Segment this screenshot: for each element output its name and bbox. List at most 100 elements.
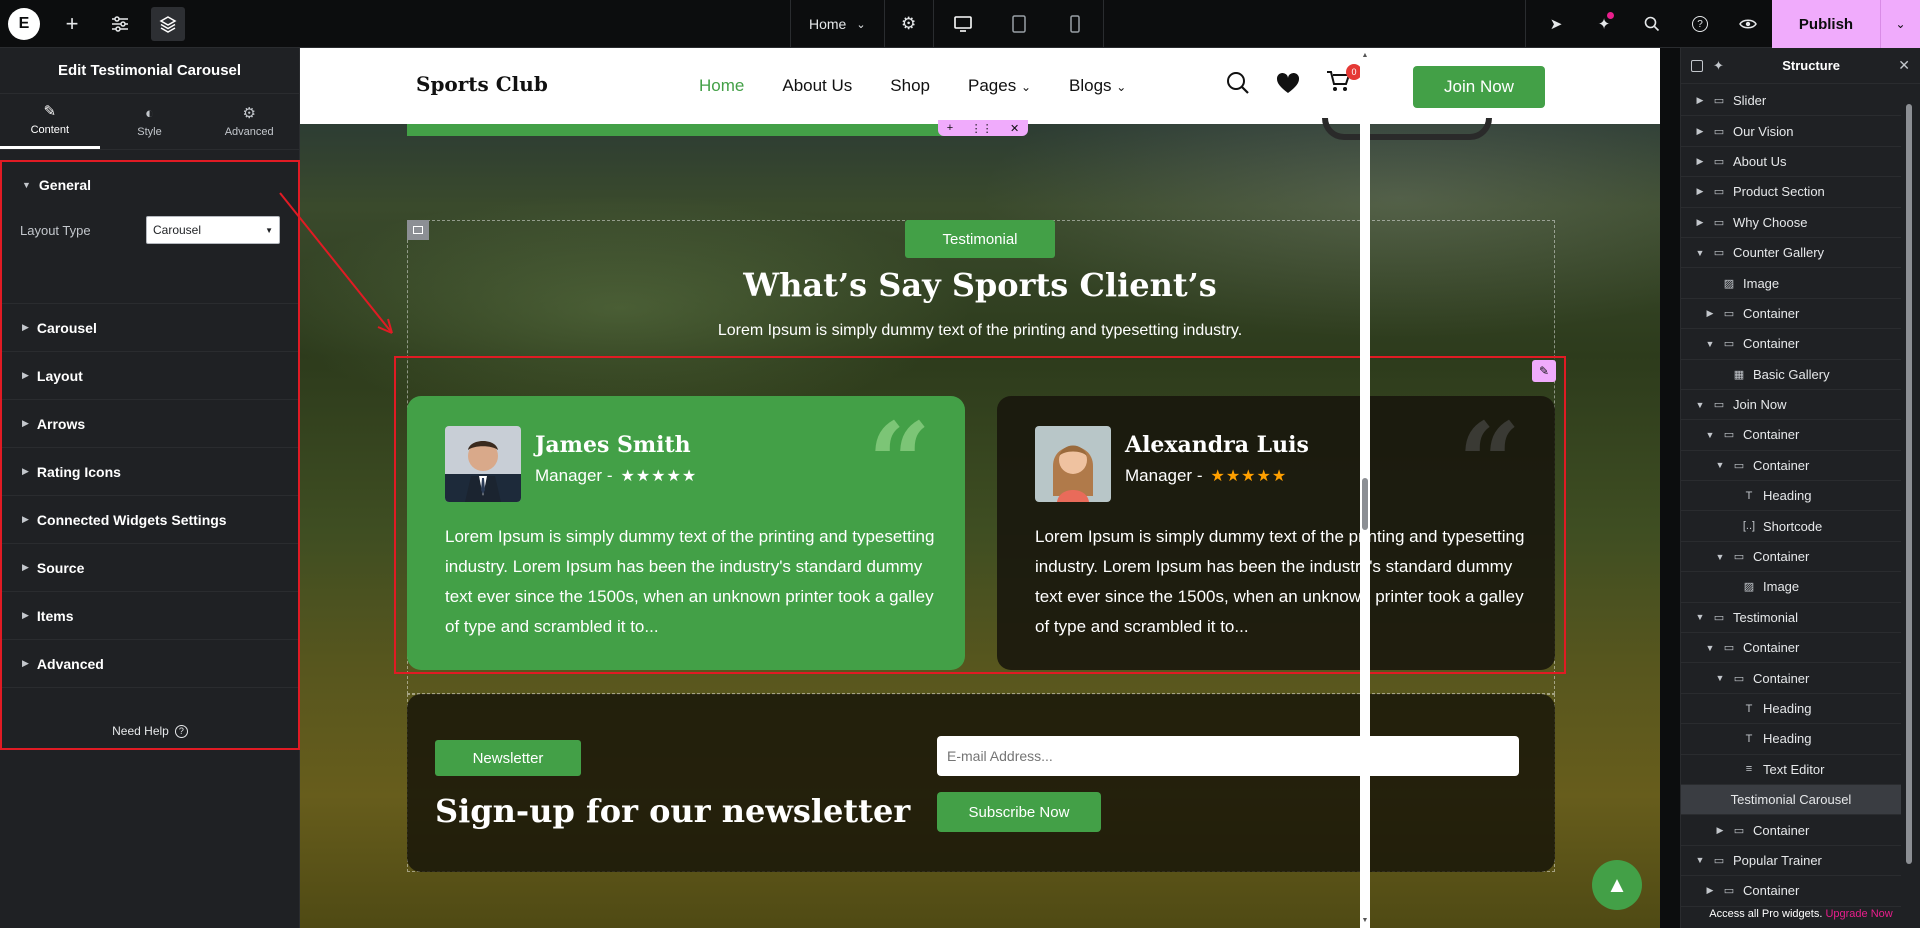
section-connected-widgets-toggle[interactable]: ▶ Connected Widgets Settings (2, 496, 298, 544)
elementor-menu-button[interactable]: E (0, 0, 48, 48)
subscribe-button[interactable]: Subscribe Now (937, 792, 1101, 832)
site-brand[interactable]: Sports Club (416, 72, 548, 96)
layout-type-select[interactable]: Carousel ▼ (146, 216, 280, 244)
site-settings-button[interactable] (96, 0, 144, 48)
structure-item[interactable]: ▶ ▭ Why Choose (1681, 208, 1901, 238)
caret-right-icon[interactable]: ▶ (1695, 186, 1705, 197)
scrollbar-thumb[interactable] (1362, 478, 1368, 530)
structure-item[interactable]: ▨ Image (1681, 572, 1901, 603)
nav-blogs[interactable]: Blogs ⌄ (1050, 76, 1145, 96)
caret-down-icon[interactable]: ▼ (1695, 248, 1705, 258)
edit-widget-handle[interactable]: ✎ (1532, 360, 1556, 382)
caret-down-icon[interactable]: ▼ (1705, 339, 1715, 349)
section-layout-toggle[interactable]: ▶ Layout (2, 352, 298, 400)
structure-item[interactable]: ▼ ▭ Popular Trainer (1681, 846, 1901, 877)
structure-item[interactable]: ▼ ▭ Counter Gallery (1681, 238, 1901, 269)
structure-item[interactable]: ▼ ▭ Join Now (1681, 390, 1901, 421)
caret-right-icon[interactable]: ▶ (1705, 885, 1715, 896)
search-button[interactable] (1628, 0, 1676, 48)
tablet-mode-button[interactable] (991, 0, 1047, 48)
caret-right-icon[interactable]: ▶ (1705, 308, 1715, 319)
nav-home[interactable]: Home (680, 76, 763, 96)
caret-down-icon[interactable]: ▼ (1715, 673, 1725, 683)
plus-icon[interactable]: + (947, 122, 953, 134)
heart-icon[interactable] (1276, 72, 1300, 94)
caret-down-icon[interactable]: ▼ (1695, 855, 1705, 865)
structure-item[interactable]: ▼ ▭ Container (1681, 542, 1901, 573)
structure-item[interactable]: ▶ ▭ Our Vision (1681, 116, 1901, 147)
caret-up-icon[interactable]: ▲ (1360, 52, 1370, 59)
email-input[interactable] (937, 736, 1519, 776)
structure-item[interactable]: ▶ ▭ Container (1681, 815, 1901, 846)
structure-toggle-button[interactable] (151, 6, 185, 41)
structure-item[interactable]: ▦ Basic Gallery (1681, 360, 1901, 390)
cart-button[interactable]: 0 (1326, 64, 1362, 95)
structure-item[interactable]: ▶ ▭ Container (1681, 876, 1901, 907)
caret-right-icon[interactable]: ▶ (1695, 217, 1705, 228)
nav-pages[interactable]: Pages ⌄ (949, 76, 1050, 96)
scroll-to-top-button[interactable]: ▲ (1592, 860, 1642, 910)
canvas-scrollbar[interactable]: ▲ ▼ (1360, 48, 1370, 928)
page-selector[interactable]: Home ⌄ (791, 0, 885, 48)
nav-shop[interactable]: Shop (871, 76, 949, 96)
structure-item[interactable]: Testimonial Carousel (1681, 784, 1901, 816)
caret-down-icon[interactable]: ▼ (1715, 460, 1725, 470)
structure-item[interactable]: ▨ Image (1681, 268, 1901, 299)
nav-about-us[interactable]: About Us (763, 76, 871, 96)
whats-new-button[interactable]: ✦ (1580, 0, 1628, 48)
structure-item[interactable]: ▶ ▭ Slider (1681, 86, 1901, 117)
drag-handle-icon[interactable]: ⋮⋮ (971, 122, 993, 135)
caret-down-icon[interactable]: ▼ (1705, 643, 1715, 653)
structure-item[interactable]: ▶ ▭ Container (1681, 299, 1901, 330)
structure-item[interactable]: ▶ ▭ About Us (1681, 147, 1901, 178)
desktop-mode-button[interactable] (935, 0, 991, 48)
tab-advanced[interactable]: ⚙ Advanced (199, 94, 299, 149)
launchpad-button[interactable]: ➤ (1532, 0, 1580, 48)
caret-right-icon[interactable]: ▶ (1695, 126, 1705, 137)
section-source-toggle[interactable]: ▶ Source (2, 544, 298, 592)
structure-item[interactable]: ≡ Text Editor (1681, 755, 1901, 785)
caret-right-icon[interactable]: ▶ (1715, 825, 1725, 836)
section-general-toggle[interactable]: ▼ General (2, 162, 298, 208)
structure-item[interactable]: ▼ ▭ Container (1681, 451, 1901, 482)
structure-item[interactable]: T Heading (1681, 481, 1901, 512)
section-edit-handle[interactable]: + ⋮⋮ ✕ (938, 120, 1028, 136)
structure-item[interactable]: ▶ ▭ Product Section (1681, 177, 1901, 208)
section-carousel-toggle[interactable]: ▶ Carousel (2, 304, 298, 352)
upgrade-link[interactable]: Upgrade Now (1825, 908, 1892, 920)
caret-down-icon[interactable]: ▼ (1715, 552, 1725, 562)
caret-down-icon[interactable]: ▼ (1705, 430, 1715, 440)
caret-down-icon[interactable]: ▼ (1695, 400, 1705, 410)
add-element-button[interactable]: + (48, 0, 96, 48)
close-icon[interactable]: ✕ (1898, 57, 1910, 74)
structure-item[interactable]: ▼ ▭ Container (1681, 663, 1901, 694)
structure-item[interactable]: ▼ ▭ Container (1681, 329, 1901, 360)
tab-content[interactable]: ✎ Content (0, 94, 100, 149)
tab-style[interactable]: ◐ Style (100, 94, 200, 149)
section-items-toggle[interactable]: ▶ Items (2, 592, 298, 640)
section-advanced-toggle[interactable]: ▶ Advanced (2, 640, 298, 688)
mobile-mode-button[interactable] (1047, 0, 1103, 48)
section-arrows-toggle[interactable]: ▶ Arrows (2, 400, 298, 448)
structure-item[interactable]: [..] Shortcode (1681, 511, 1901, 542)
structure-scrollbar[interactable] (1903, 86, 1915, 890)
help-button[interactable]: ? (1676, 0, 1724, 48)
join-now-button[interactable]: Join Now (1413, 66, 1545, 108)
structure-item[interactable]: ▼ ▭ Container (1681, 420, 1901, 451)
preview-button[interactable] (1724, 0, 1772, 48)
caret-right-icon[interactable]: ▶ (1695, 156, 1705, 167)
need-help-link[interactable]: Need Help ? (2, 724, 298, 738)
caret-down-icon[interactable]: ▼ (1360, 917, 1370, 924)
publish-button[interactable]: Publish (1772, 0, 1880, 48)
structure-item[interactable]: ▼ ▭ Testimonial (1681, 603, 1901, 634)
testimonial-carousel-selected[interactable]: James Smith Manager - ★★★★★ “ Lorem Ipsu… (394, 356, 1566, 674)
container-handle[interactable] (407, 220, 429, 240)
scrollbar-thumb[interactable] (1906, 104, 1912, 864)
publish-options-button[interactable]: ⌄ (1880, 0, 1920, 48)
structure-item[interactable]: T Heading (1681, 724, 1901, 755)
section-rating-icons-toggle[interactable]: ▶ Rating Icons (2, 448, 298, 496)
panel-collapse-icon[interactable] (1691, 59, 1703, 72)
structure-item[interactable]: ▼ ▭ Container (1681, 633, 1901, 664)
page-settings-button[interactable]: ⚙ (885, 0, 933, 48)
caret-right-icon[interactable]: ▶ (1695, 95, 1705, 106)
